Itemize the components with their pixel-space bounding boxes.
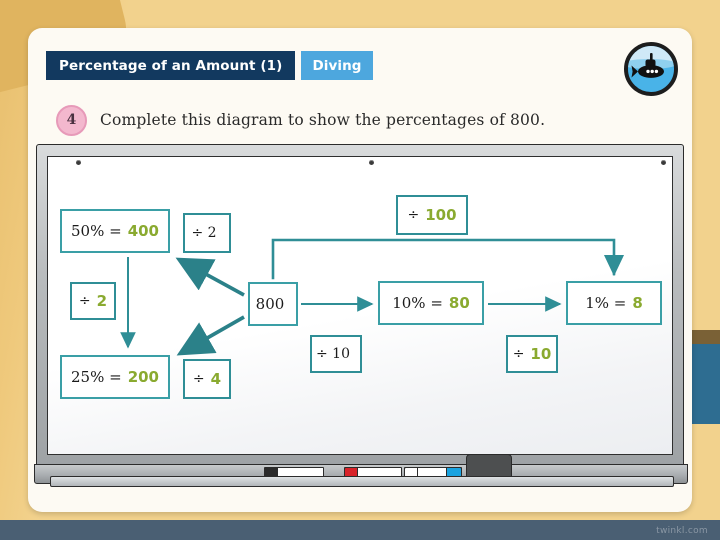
node-label: 1% =: [585, 294, 627, 312]
whiteboard-surface: 50% = 400 ÷ 2 ÷ 2 25% = 200 ÷ 4 800 ÷ 10…: [47, 156, 673, 455]
node-divide-100: ÷ 100: [396, 195, 468, 235]
node-label: ÷: [192, 371, 205, 387]
worksheet-card: Percentage of an Amount (1) Diving 4 Com…: [28, 28, 692, 512]
wall-rail-top: [690, 330, 720, 344]
whiteboard: 50% = 400 ÷ 2 ÷ 2 25% = 200 ÷ 4 800 ÷ 10…: [34, 144, 688, 492]
percentage-flow-diagram: 50% = 400 ÷ 2 ÷ 2 25% = 200 ÷ 4 800 ÷ 10…: [48, 157, 672, 454]
edge-800-to-1-bracket: [271, 238, 625, 280]
node-label: ÷: [78, 293, 91, 309]
node-divide-4: ÷ 4: [183, 359, 231, 399]
node-10-percent: 10% = 80: [378, 281, 484, 325]
question-row: 4 Complete this diagram to show the perc…: [56, 103, 545, 137]
tab-title[interactable]: Percentage of an Amount (1): [46, 51, 296, 80]
node-25-percent: 25% = 200: [60, 355, 170, 399]
node-divide-2-left: ÷ 2: [70, 282, 116, 320]
node-divide-10-left: ÷ 10: [310, 335, 362, 373]
tab-category[interactable]: Diving: [301, 51, 373, 80]
node-answer: 8: [632, 294, 643, 312]
node-label: 10% =: [392, 294, 443, 312]
node-answer: 10: [530, 345, 552, 363]
node-label: 25% =: [71, 368, 122, 386]
header-tabs: Percentage of an Amount (1) Diving: [46, 51, 373, 80]
whiteboard-frame: 50% = 400 ÷ 2 ÷ 2 25% = 200 ÷ 4 800 ÷ 10…: [36, 144, 684, 468]
node-1-percent: 1% = 8: [566, 281, 662, 325]
edge-800-to-50: [175, 257, 245, 297]
node-label: ÷: [512, 346, 525, 362]
question-text: Complete this diagram to show the percen…: [100, 111, 546, 129]
node-answer: 4: [210, 370, 222, 388]
screenshot-root: Percentage of an Amount (1) Diving 4 Com…: [0, 0, 720, 540]
node-50-percent: 50% = 400: [60, 209, 170, 253]
node-label: 800: [255, 295, 285, 313]
node-label: ÷ 10: [316, 346, 350, 362]
node-divide-10-right: ÷ 10: [506, 335, 558, 373]
question-number-badge: 4: [56, 104, 87, 136]
tray-lip: [50, 476, 674, 487]
node-label: ÷: [407, 207, 420, 223]
node-answer: 2: [96, 292, 108, 310]
node-label: 50% =: [71, 222, 122, 240]
node-answer: 80: [448, 294, 470, 312]
submarine-icon: [624, 42, 678, 96]
node-answer: 200: [127, 368, 159, 386]
node-label: ÷ 2: [191, 225, 217, 241]
node-answer: 100: [425, 206, 457, 224]
node-start-value: 800: [248, 282, 298, 326]
node-divide-2-top: ÷ 2: [183, 213, 231, 253]
edge-800-to-25: [176, 315, 245, 356]
node-answer: 400: [127, 222, 159, 240]
wall-rail-blue: [690, 344, 720, 424]
watermark: twinkl.com: [656, 526, 708, 536]
